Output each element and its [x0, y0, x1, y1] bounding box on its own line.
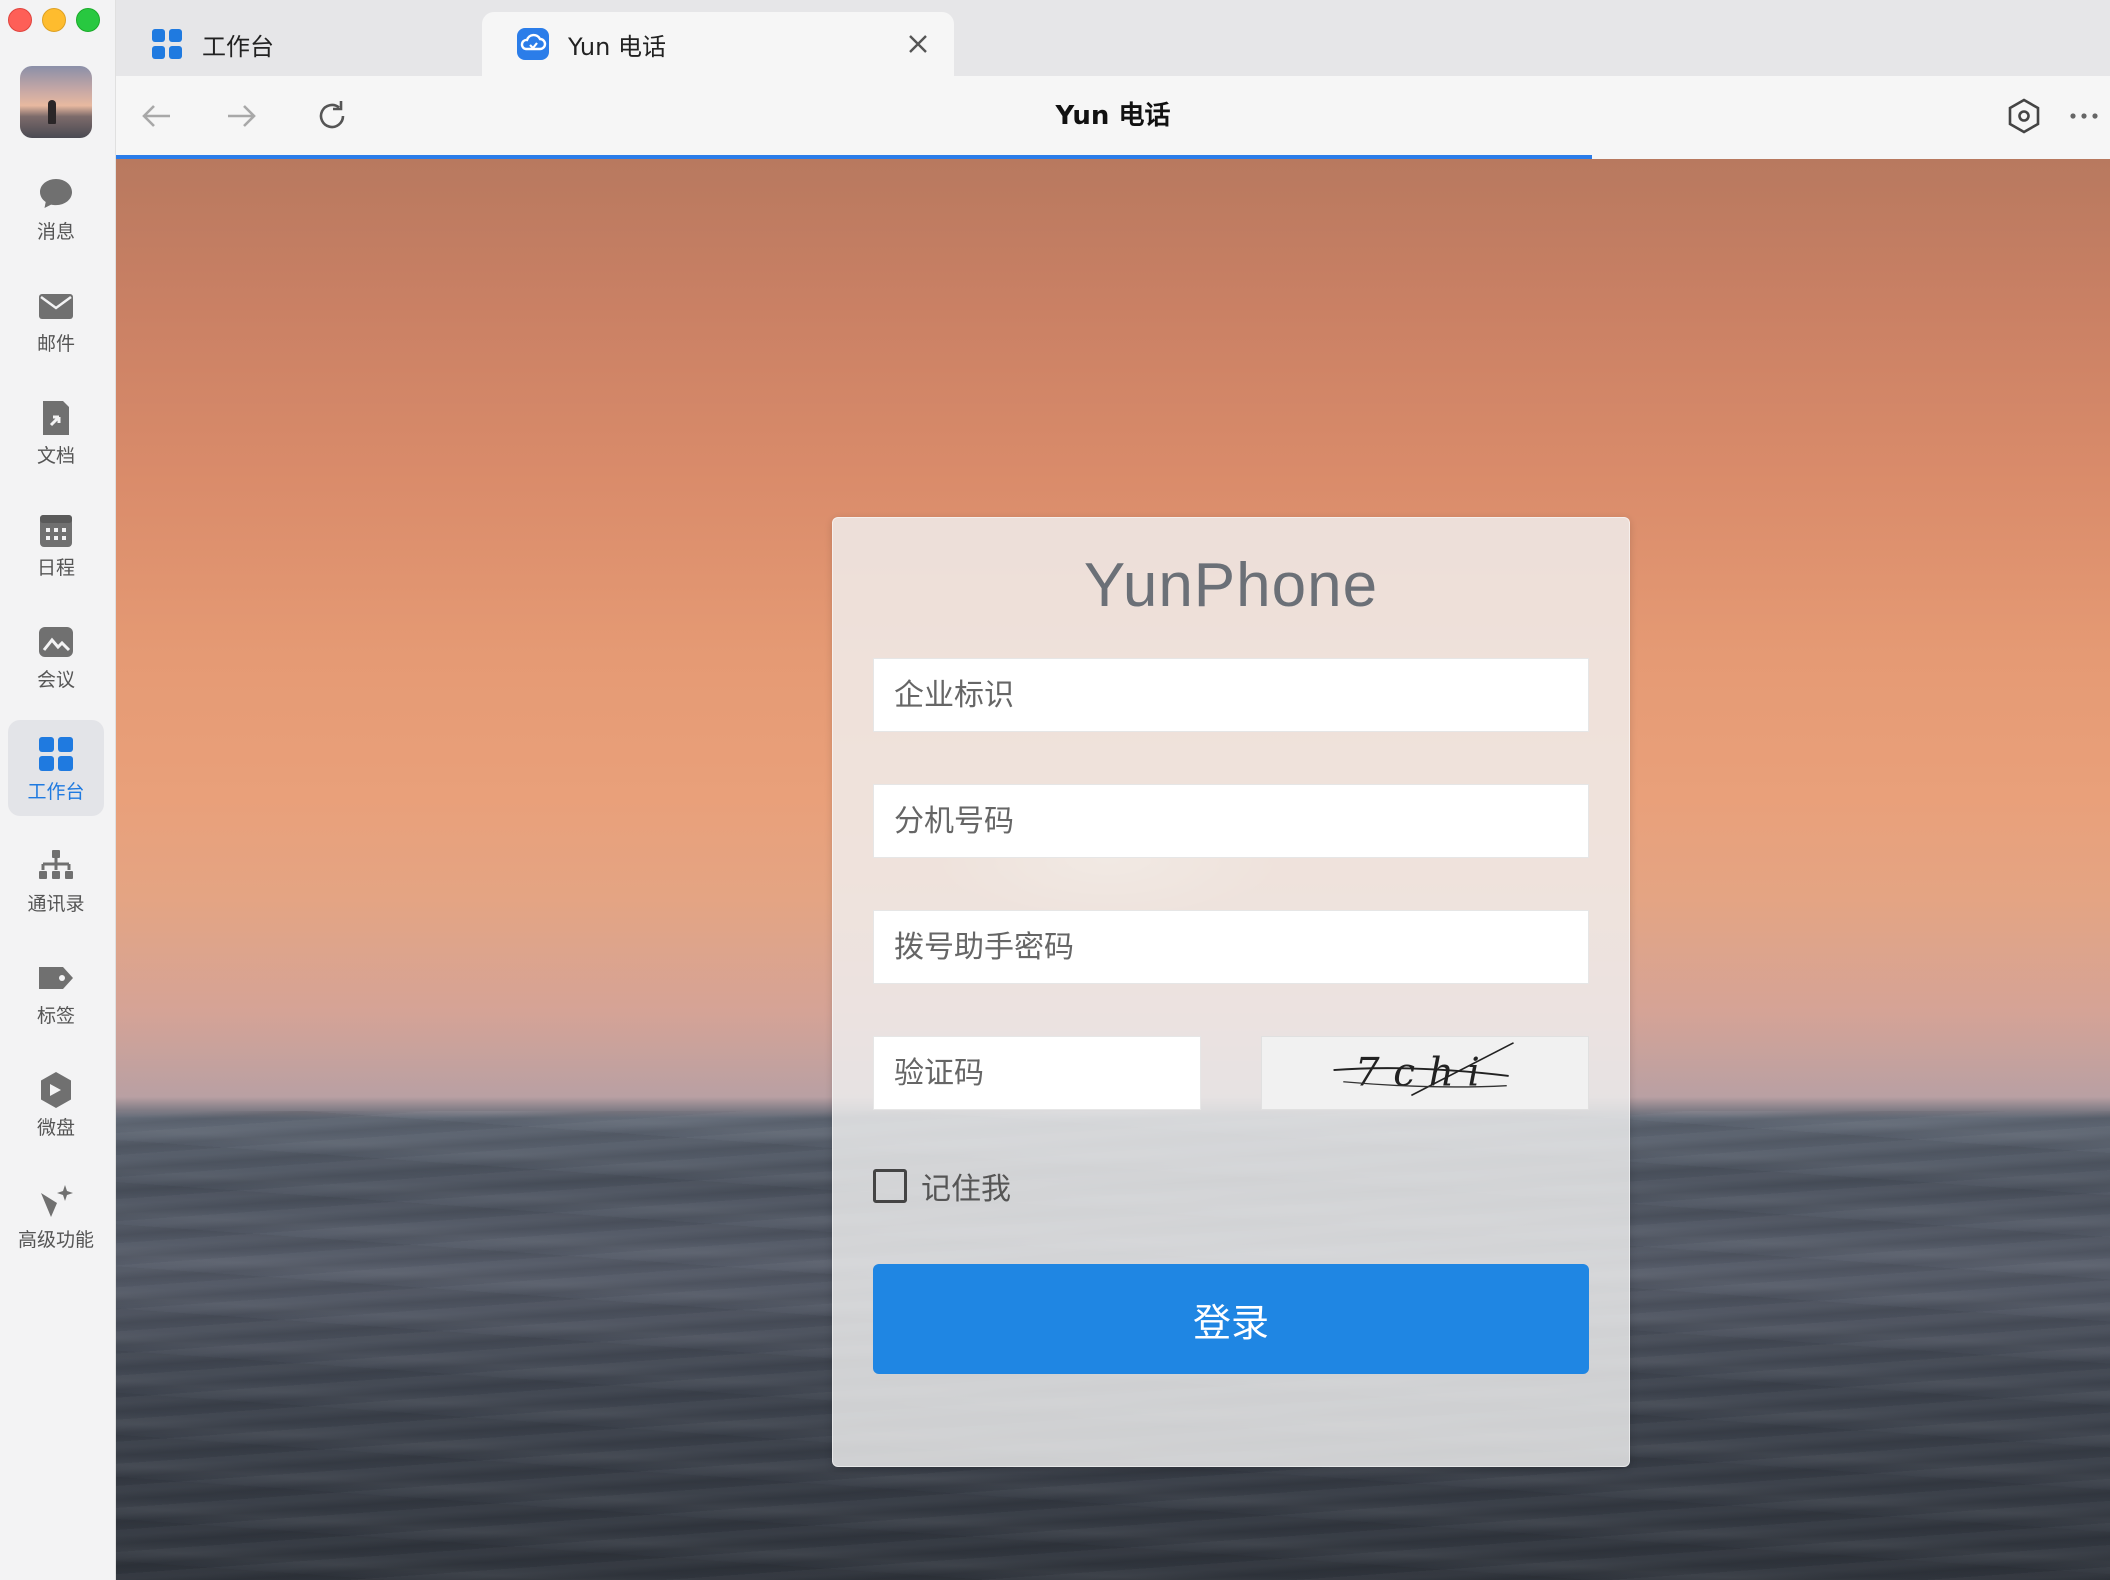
meeting-icon — [39, 627, 73, 657]
brand-title: YunPhone — [1083, 551, 1379, 620]
page-content: YunPhone 7chi 记住我 登录 — [116, 159, 2110, 1580]
captcha-graphic: 7chi — [1333, 1042, 1514, 1097]
enterprise-id-input[interactable] — [873, 658, 1589, 732]
sidebar-item-calendar[interactable]: 日程 — [8, 496, 104, 592]
login-panel: YunPhone 7chi 记住我 登录 — [832, 517, 1630, 1467]
minimize-window-button[interactable] — [42, 8, 66, 32]
sidebar-item-label: 微盘 — [36, 1117, 75, 1139]
sidebar-item-label: 高级功能 — [17, 1229, 94, 1251]
sidebar-item-mail[interactable]: 邮件 — [8, 272, 104, 368]
sparkle-icon — [41, 1185, 73, 1217]
captcha-input[interactable] — [873, 1036, 1201, 1110]
more-options-icon[interactable] — [2064, 96, 2104, 136]
sidebar-item-label: 标签 — [36, 1005, 75, 1027]
tag-icon — [39, 967, 73, 989]
sidebar-item-docs[interactable]: 文档 — [8, 384, 104, 480]
calendar-icon — [40, 515, 72, 547]
browser-toolbar: Yun 电话 — [116, 76, 2110, 156]
sidebar-item-advanced[interactable]: 高级功能 — [8, 1168, 104, 1264]
sidebar-item-meeting[interactable]: 会议 — [8, 608, 104, 704]
extension-number-input[interactable] — [873, 784, 1589, 858]
sidebar-item-label: 邮件 — [36, 333, 75, 355]
avatar[interactable] — [20, 66, 92, 138]
page-title: Yun 电话 — [1055, 101, 1171, 131]
sidebar-item-label: 会议 — [36, 669, 75, 691]
chat-bubble-icon — [40, 179, 72, 208]
tab-yun-phone[interactable]: Yun 电话 — [482, 12, 954, 76]
sidebar-item-label: 通讯录 — [27, 893, 85, 915]
close-tab-icon[interactable] — [904, 30, 932, 58]
sidebar-item-label: 日程 — [36, 557, 75, 579]
tab-bar: 工作台 Yun 电话 — [116, 0, 2110, 76]
sidebar-nav: 消息 邮件 文档 日程 会议 工作台 通讯录 标签 微盘 高级功能 — [8, 160, 104, 1280]
window-controls — [8, 8, 100, 32]
settings-hexagon-icon[interactable] — [2004, 96, 2044, 136]
zoom-window-button[interactable] — [76, 8, 100, 32]
app-sidebar: 消息 邮件 文档 日程 会议 工作台 通讯录 标签 微盘 高级功能 — [0, 0, 116, 1580]
close-window-button[interactable] — [8, 8, 32, 32]
tab-label: 工作台 — [202, 32, 274, 61]
forward-arrow-icon[interactable] — [222, 96, 262, 136]
grid-icon — [39, 737, 73, 771]
sidebar-item-label: 文档 — [36, 445, 75, 467]
dialer-password-input[interactable] — [873, 910, 1589, 984]
remember-me-checkbox[interactable]: 记住我 — [873, 1164, 1011, 1208]
tab-label: Yun 电话 — [568, 32, 666, 61]
sidebar-item-label: 消息 — [36, 221, 75, 243]
sidebar-item-workbench[interactable]: 工作台 — [8, 720, 104, 816]
back-arrow-icon[interactable] — [136, 96, 176, 136]
sidebar-item-drive[interactable]: 微盘 — [8, 1056, 104, 1152]
document-icon — [43, 401, 69, 435]
tab-workbench[interactable]: 工作台 — [116, 12, 482, 76]
mail-icon — [39, 294, 73, 319]
sidebar-item-tags[interactable]: 标签 — [8, 944, 104, 1040]
cloud-drive-icon — [41, 1072, 71, 1108]
reload-icon[interactable] — [312, 96, 352, 136]
cloud-phone-icon — [517, 28, 549, 60]
remember-me-label: 记住我 — [921, 1172, 1011, 1207]
login-button[interactable]: 登录 — [873, 1264, 1589, 1374]
checkbox-box[interactable] — [873, 1169, 907, 1203]
sidebar-item-messages[interactable]: 消息 — [8, 160, 104, 256]
grid-icon — [152, 29, 182, 59]
sidebar-item-label: 工作台 — [27, 781, 85, 803]
org-chart-icon — [39, 850, 73, 879]
captcha-image[interactable]: 7chi — [1261, 1036, 1589, 1110]
sidebar-item-contacts[interactable]: 通讯录 — [8, 832, 104, 928]
